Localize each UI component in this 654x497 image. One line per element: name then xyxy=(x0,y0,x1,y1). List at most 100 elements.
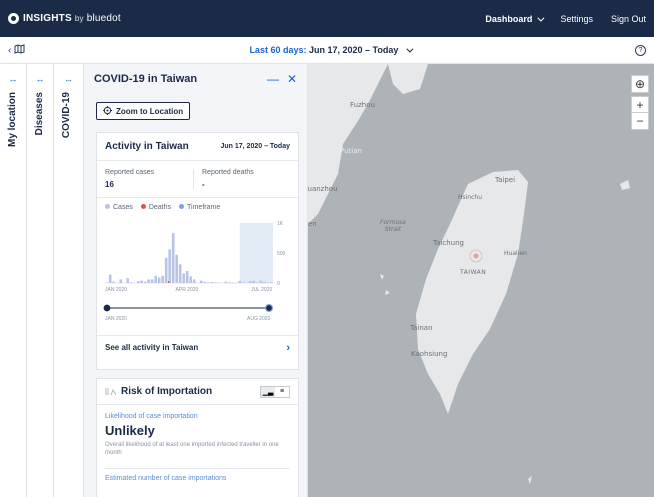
slider-start-label: JAN 2020 xyxy=(105,316,127,322)
cases-bar xyxy=(178,264,182,283)
date-range-value: Jun 17, 2020 – Today xyxy=(308,45,399,55)
map-label-kaohsiung: Kaohsiung xyxy=(411,350,448,358)
back-chevron-icon[interactable]: ‹ xyxy=(8,45,11,56)
expand-arrow-icon[interactable]: ↔ xyxy=(54,74,83,84)
risk-chart-icon xyxy=(105,383,117,401)
minimize-icon[interactable]: — xyxy=(267,72,279,86)
rail-my-location[interactable]: ↔ My location xyxy=(0,64,27,497)
expand-arrow-icon[interactable]: ↔ xyxy=(27,74,53,84)
deaths-bar xyxy=(168,281,170,283)
estimated-importations-label: Estimated number of case importations xyxy=(105,468,290,482)
map-view[interactable]: Fuzhou Putian Quanzhou Formosa Strait Ta… xyxy=(308,64,654,497)
legend-timeframe[interactable]: Timeframe xyxy=(179,204,220,211)
timeframe-dot-icon xyxy=(179,204,185,209)
cases-bar xyxy=(199,280,203,283)
app-root: INSIGHTS by bluedot Dashboard Settings S… xyxy=(0,0,654,497)
brand-name: INSIGHTS xyxy=(23,13,72,24)
activity-chart: 1K 500 0 JAN 2020 APR 2020 JUL 2020 JAN 2020 AU… xyxy=(97,217,298,335)
cases-bar xyxy=(185,271,189,283)
map-book-icon[interactable] xyxy=(14,44,25,56)
reported-deaths-label: Reported deaths xyxy=(202,169,254,176)
close-icon[interactable]: ✕ xyxy=(287,72,297,86)
map-label-hualien: Hualien xyxy=(504,250,527,257)
map-label-taichung: Taichung xyxy=(433,239,464,247)
x-tick-label: APR 2020 xyxy=(176,287,199,293)
cases-dot-icon xyxy=(105,204,110,209)
zoom-in-button[interactable]: + xyxy=(631,96,649,113)
dashboard-label: Dashboard xyxy=(485,13,533,24)
y-tick-label: 500 xyxy=(277,251,286,257)
taiwan-map xyxy=(308,64,630,484)
cases-bar xyxy=(147,279,150,283)
map-label-fuzhou: Fuzhou xyxy=(350,101,375,109)
cases-bar xyxy=(171,233,175,283)
cases-bar xyxy=(269,282,273,283)
activity-stats: Reported cases 16 Reported deaths - xyxy=(97,161,298,198)
rail-label-my-location: My location xyxy=(7,92,18,148)
table-view-icon[interactable]: ≡ xyxy=(275,387,289,397)
legend-deaths[interactable]: Deaths xyxy=(140,204,172,211)
timeframe-shade xyxy=(239,223,273,283)
map-label-taipei: Taipei xyxy=(495,176,516,184)
cases-bar xyxy=(192,279,196,283)
deaths-dot-icon xyxy=(140,204,146,209)
zoom-out-button[interactable]: − xyxy=(631,113,649,130)
cases-bar xyxy=(182,273,185,283)
likelihood-value: Unlikely xyxy=(105,423,155,438)
settings-link[interactable]: Settings xyxy=(560,14,593,24)
expand-arrow-icon[interactable]: ↔ xyxy=(0,74,26,84)
cases-bar xyxy=(157,277,161,283)
map-label-taiwan: TAIWAN xyxy=(460,269,487,276)
slider-end-label: AUG 2020 xyxy=(247,316,271,322)
cases-bar xyxy=(262,281,266,283)
cases-bar xyxy=(150,279,154,283)
cases-bar xyxy=(227,282,231,283)
map-label-quanzhou: Quanzhou xyxy=(308,185,338,193)
map-label-tainan: Tainan xyxy=(410,324,433,332)
cases-bar xyxy=(189,276,192,283)
brand-company: bluedot xyxy=(86,13,121,24)
likelihood-label: Likelihood of case importation xyxy=(105,413,198,420)
activity-title: Activity in Taiwan xyxy=(105,141,189,152)
dashboard-menu[interactable]: Dashboard xyxy=(485,13,545,24)
y-tick-label: 1K xyxy=(277,221,284,227)
see-all-activity-link[interactable]: See all activity in Taiwan › xyxy=(97,335,298,359)
activity-chart-svg: 1K 500 0 JAN 2020 APR 2020 JUL 2020 JAN 2020 AU… xyxy=(103,221,286,322)
rail-covid[interactable]: ↔ COVID-19 xyxy=(54,64,84,497)
globe-icon[interactable]: ⊕ xyxy=(631,75,649,93)
cases-bar xyxy=(224,281,227,283)
date-range-selector[interactable]: Last 60 days: Jun 17, 2020 – Today xyxy=(25,45,635,55)
chevron-down-icon xyxy=(406,45,414,53)
help-icon[interactable]: ? xyxy=(635,44,646,56)
panel-header: COVID-19 in Taiwan — ✕ xyxy=(84,64,307,94)
cases-bar xyxy=(206,282,210,283)
cases-bar xyxy=(108,274,112,283)
legend-cases-label: Cases xyxy=(113,204,133,211)
top-navbar: INSIGHTS by bluedot Dashboard Settings S… xyxy=(0,0,654,37)
x-tick-label: JUL 2020 xyxy=(251,287,272,293)
graph-view-icon[interactable]: ▁▃ xyxy=(261,386,275,397)
chevron-down-icon xyxy=(537,14,545,22)
legend-cases[interactable]: Cases xyxy=(105,204,133,211)
rail-diseases[interactable]: ↔ Diseases xyxy=(27,64,54,497)
date-range-bar: ‹ Last 60 days: Jun 17, 2020 – Today ? xyxy=(0,37,654,64)
reported-cases-label: Reported cases xyxy=(105,169,155,176)
date-range-label: Last 60 days: xyxy=(249,45,307,55)
cases-bar xyxy=(248,281,252,283)
cases-bar xyxy=(164,257,168,283)
brand-logo[interactable]: INSIGHTS by bluedot xyxy=(8,13,121,24)
sign-out-link[interactable]: Sign Out xyxy=(611,14,646,24)
map-label-left-edge: en xyxy=(308,220,317,228)
risk-view-toggle[interactable]: ▁▃ ≡ xyxy=(260,385,290,398)
legend-deaths-label: Deaths xyxy=(148,204,172,211)
cases-bar xyxy=(168,249,171,283)
activity-card: Activity in Taiwan Jun 17, 2020 – Today … xyxy=(96,132,299,370)
location-panel: COVID-19 in Taiwan — ✕ Zoom to Location … xyxy=(84,64,308,497)
zoom-to-location-button[interactable]: Zoom to Location xyxy=(96,102,191,120)
cases-bar xyxy=(255,282,259,283)
crosshair-icon xyxy=(103,105,112,117)
reported-deaths-value: - xyxy=(202,180,205,189)
risk-card: Risk of Importation ▁▃ ≡ Likelihood of c… xyxy=(96,378,299,497)
timeline-slider-handle-end xyxy=(265,303,274,312)
activity-date-range: Jun 17, 2020 – Today xyxy=(220,143,290,150)
